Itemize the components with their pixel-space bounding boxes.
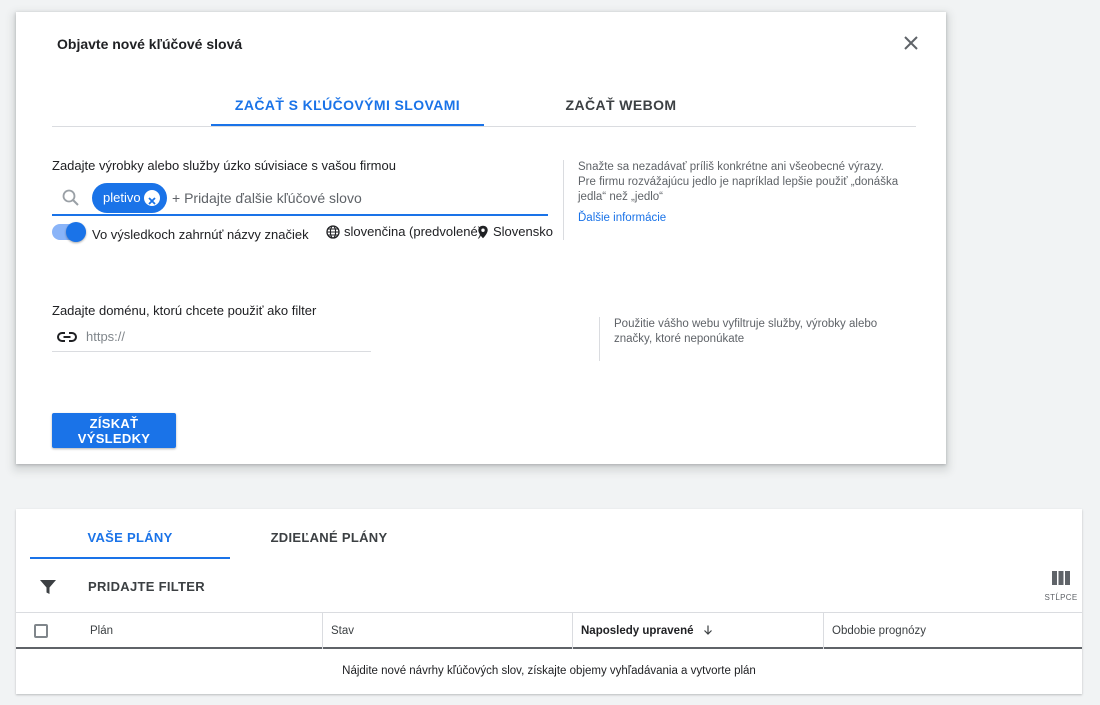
location-selector[interactable]: Slovensko — [477, 224, 553, 239]
location-label: Slovensko — [493, 224, 553, 239]
filter-icon[interactable] — [38, 577, 58, 597]
domain-label: Zadajte doménu, ktorú chcete použiť ako … — [52, 303, 317, 318]
chip-remove-button[interactable] — [144, 190, 160, 206]
column-header-last-modified[interactable]: Naposledy upravené — [573, 613, 824, 649]
brand-names-toggle-label: Vo výsledkoch zahrnúť názvy značiek — [92, 227, 309, 242]
domain-tip-text: Použitie vášho webu vyfiltruje služby, v… — [614, 318, 878, 345]
dialog-title: Objavte nové kľúčové slová — [57, 36, 243, 52]
keywords-tip-text: Snažte sa nezadávať príliš konkrétne ani… — [578, 161, 899, 203]
get-results-button[interactable]: ZÍSKAŤ VÝSLEDKY — [52, 413, 176, 448]
link-icon — [57, 332, 77, 342]
keywords-tip: Snažte sa nezadávať príliš konkrétne ani… — [563, 160, 903, 240]
keyword-chip-label: pletivo — [103, 190, 141, 205]
column-header-plan[interactable]: Plán — [82, 613, 323, 649]
columns-icon — [1052, 571, 1070, 585]
globe-icon — [326, 224, 340, 239]
discover-keywords-dialog: Objavte nové kľúčové slová ZAČAŤ S KĽÚČO… — [16, 12, 946, 464]
domain-field — [52, 322, 371, 352]
search-icon — [62, 189, 79, 206]
chip-remove-icon — [148, 197, 156, 205]
close-button[interactable] — [900, 32, 922, 54]
tab-shared-plans[interactable]: ZDIEĽANÉ PLÁNY — [254, 521, 404, 559]
tab-start-with-keywords[interactable]: ZAČAŤ S KĽÚČOVÝMI SLOVAMI — [211, 88, 484, 126]
empty-state-message: Nájdite nové návrhy kľúčových slov, získ… — [342, 665, 756, 677]
column-header-status[interactable]: Stav — [323, 613, 573, 649]
language-label: slovenčina (predvolené) — [344, 224, 483, 239]
columns-button[interactable]: STĹPCE — [1044, 571, 1078, 605]
domain-tip: Použitie vášho webu vyfiltruje služby, v… — [599, 317, 899, 361]
column-header-last-modified-label: Naposledy upravené — [581, 625, 694, 637]
language-selector[interactable]: slovenčina (predvolené) — [326, 224, 482, 239]
toggle-knob — [66, 222, 86, 242]
close-icon — [904, 36, 918, 50]
column-header-forecast-period[interactable]: Obdobie prognózy — [824, 613, 1082, 649]
add-filter-button[interactable]: PRIDAJTE FILTER — [88, 579, 205, 594]
keywords-label: Zadajte výrobky alebo služby úzko súvisi… — [52, 158, 396, 173]
brand-names-toggle[interactable] — [52, 222, 86, 242]
tab-start-with-website[interactable]: ZAČAŤ WEBOM — [552, 88, 690, 126]
tab-your-plans[interactable]: VAŠE PLÁNY — [30, 521, 230, 559]
learn-more-link[interactable]: Ďalšie informácie — [578, 211, 903, 226]
keyword-chip[interactable]: pletivo — [92, 183, 167, 213]
columns-label: STĹPCE — [1044, 593, 1078, 602]
add-keyword-placeholder[interactable]: + Pridajte ďalšie kľúčové slovo — [172, 190, 362, 206]
domain-input[interactable] — [86, 326, 366, 346]
plans-table-header: Plán Stav Naposledy upravené Obdobie pro… — [16, 612, 1082, 649]
keywords-input-field[interactable]: pletivo + Pridajte ďalšie kľúčové slovo — [52, 182, 548, 216]
select-all-checkbox[interactable] — [34, 624, 48, 638]
location-pin-icon — [478, 225, 488, 238]
plans-card: VAŠE PLÁNY ZDIEĽANÉ PLÁNY PRIDAJTE FILTE… — [16, 509, 1082, 694]
dialog-tabs: ZAČAŤ S KĽÚČOVÝMI SLOVAMI ZAČAŤ WEBOM — [52, 88, 916, 127]
sort-down-arrow-icon — [703, 625, 712, 635]
